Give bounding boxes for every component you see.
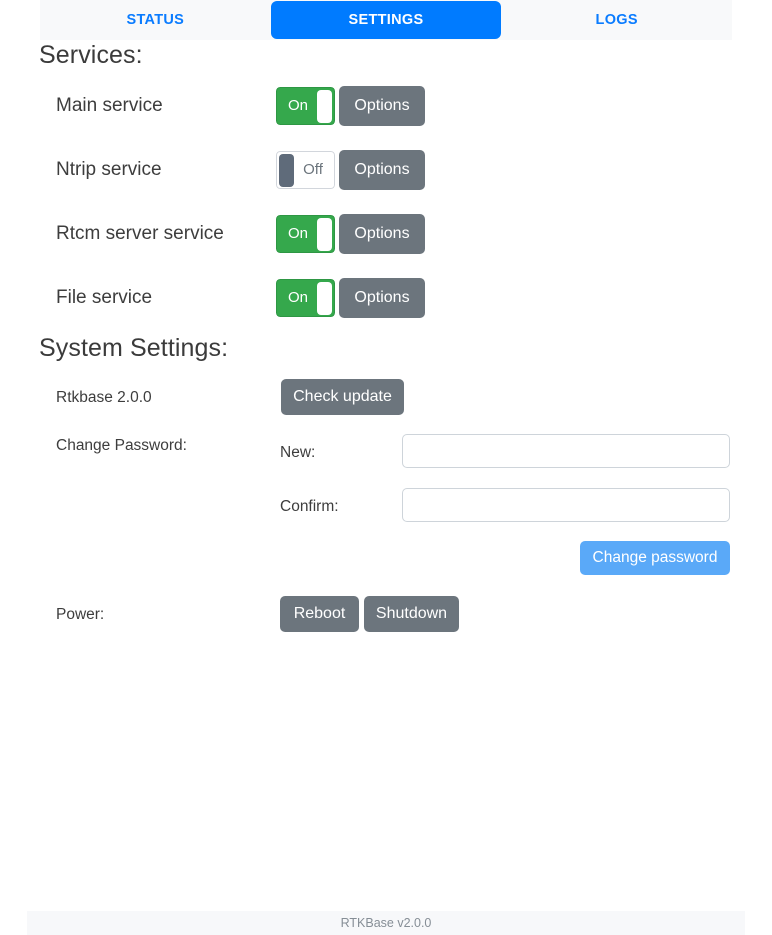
service-label-file: File service: [56, 287, 153, 308]
change-password-label: Change Password:: [56, 437, 187, 454]
service-toggle-ntrip[interactable]: Off: [275, 150, 336, 190]
service-toggle-rtcm-server-state: On: [287, 225, 308, 242]
service-options-button-file[interactable]: Options: [339, 278, 425, 318]
toggle-knob: [279, 154, 294, 187]
toggle-knob: [317, 282, 332, 315]
reboot-button[interactable]: Reboot: [280, 596, 359, 632]
change-password-row: Change Password: New: Confirm: Change pa…: [0, 432, 772, 582]
tab-status[interactable]: STATUS: [40, 0, 271, 40]
tab-logs-label: LOGS: [595, 12, 638, 28]
tab-status-label: STATUS: [126, 12, 185, 28]
power-row: Power: Reboot Shutdown: [0, 596, 772, 632]
tab-logs[interactable]: LOGS: [501, 0, 732, 40]
shutdown-button[interactable]: Shutdown: [364, 596, 459, 632]
version-row: Rtkbase 2.0.0 Check update: [0, 379, 772, 415]
toggle-knob: [317, 90, 332, 123]
change-password-button[interactable]: Change password: [580, 541, 730, 575]
tab-settings-label: SETTINGS: [348, 12, 424, 28]
service-toggle-main-state: On: [287, 97, 308, 114]
service-row-rtcm-server: Rtcm server service On Options: [0, 214, 772, 254]
service-toggle-ntrip-state: Off: [303, 161, 323, 178]
tab-bar: STATUS SETTINGS LOGS: [40, 0, 732, 40]
toggle-knob: [317, 218, 332, 251]
new-password-input[interactable]: [402, 434, 730, 468]
service-label-ntrip: Ntrip service: [56, 159, 162, 180]
power-label: Power:: [56, 606, 105, 623]
confirm-password-label: Confirm:: [280, 498, 339, 515]
services-heading: Services:: [39, 41, 143, 69]
footer-text: RTKBase v2.0.0: [340, 916, 432, 930]
service-toggle-file-state: On: [287, 289, 308, 306]
system-settings-heading: System Settings:: [39, 334, 229, 362]
new-password-label: New:: [280, 444, 316, 461]
service-options-button-ntrip[interactable]: Options: [339, 150, 425, 190]
settings-page: STATUS SETTINGS LOGS Services: Main serv…: [0, 0, 772, 935]
confirm-password-input[interactable]: [402, 488, 730, 522]
service-row-file: File service On Options: [0, 278, 772, 318]
service-options-button-main[interactable]: Options: [339, 86, 425, 126]
service-label-main: Main service: [56, 95, 163, 116]
service-options-button-rtcm-server[interactable]: Options: [339, 214, 425, 254]
service-toggle-file[interactable]: On: [275, 278, 336, 318]
service-toggle-rtcm-server[interactable]: On: [275, 214, 336, 254]
check-update-button[interactable]: Check update: [281, 379, 404, 415]
footer: RTKBase v2.0.0: [27, 911, 745, 935]
service-row-main: Main service On Options: [0, 86, 772, 126]
service-row-ntrip: Ntrip service Off Options: [0, 150, 772, 190]
service-label-rtcm-server: Rtcm server service: [56, 223, 224, 244]
version-label: Rtkbase 2.0.0: [56, 389, 152, 406]
tab-settings[interactable]: SETTINGS: [270, 1, 502, 39]
service-toggle-main[interactable]: On: [275, 86, 336, 126]
